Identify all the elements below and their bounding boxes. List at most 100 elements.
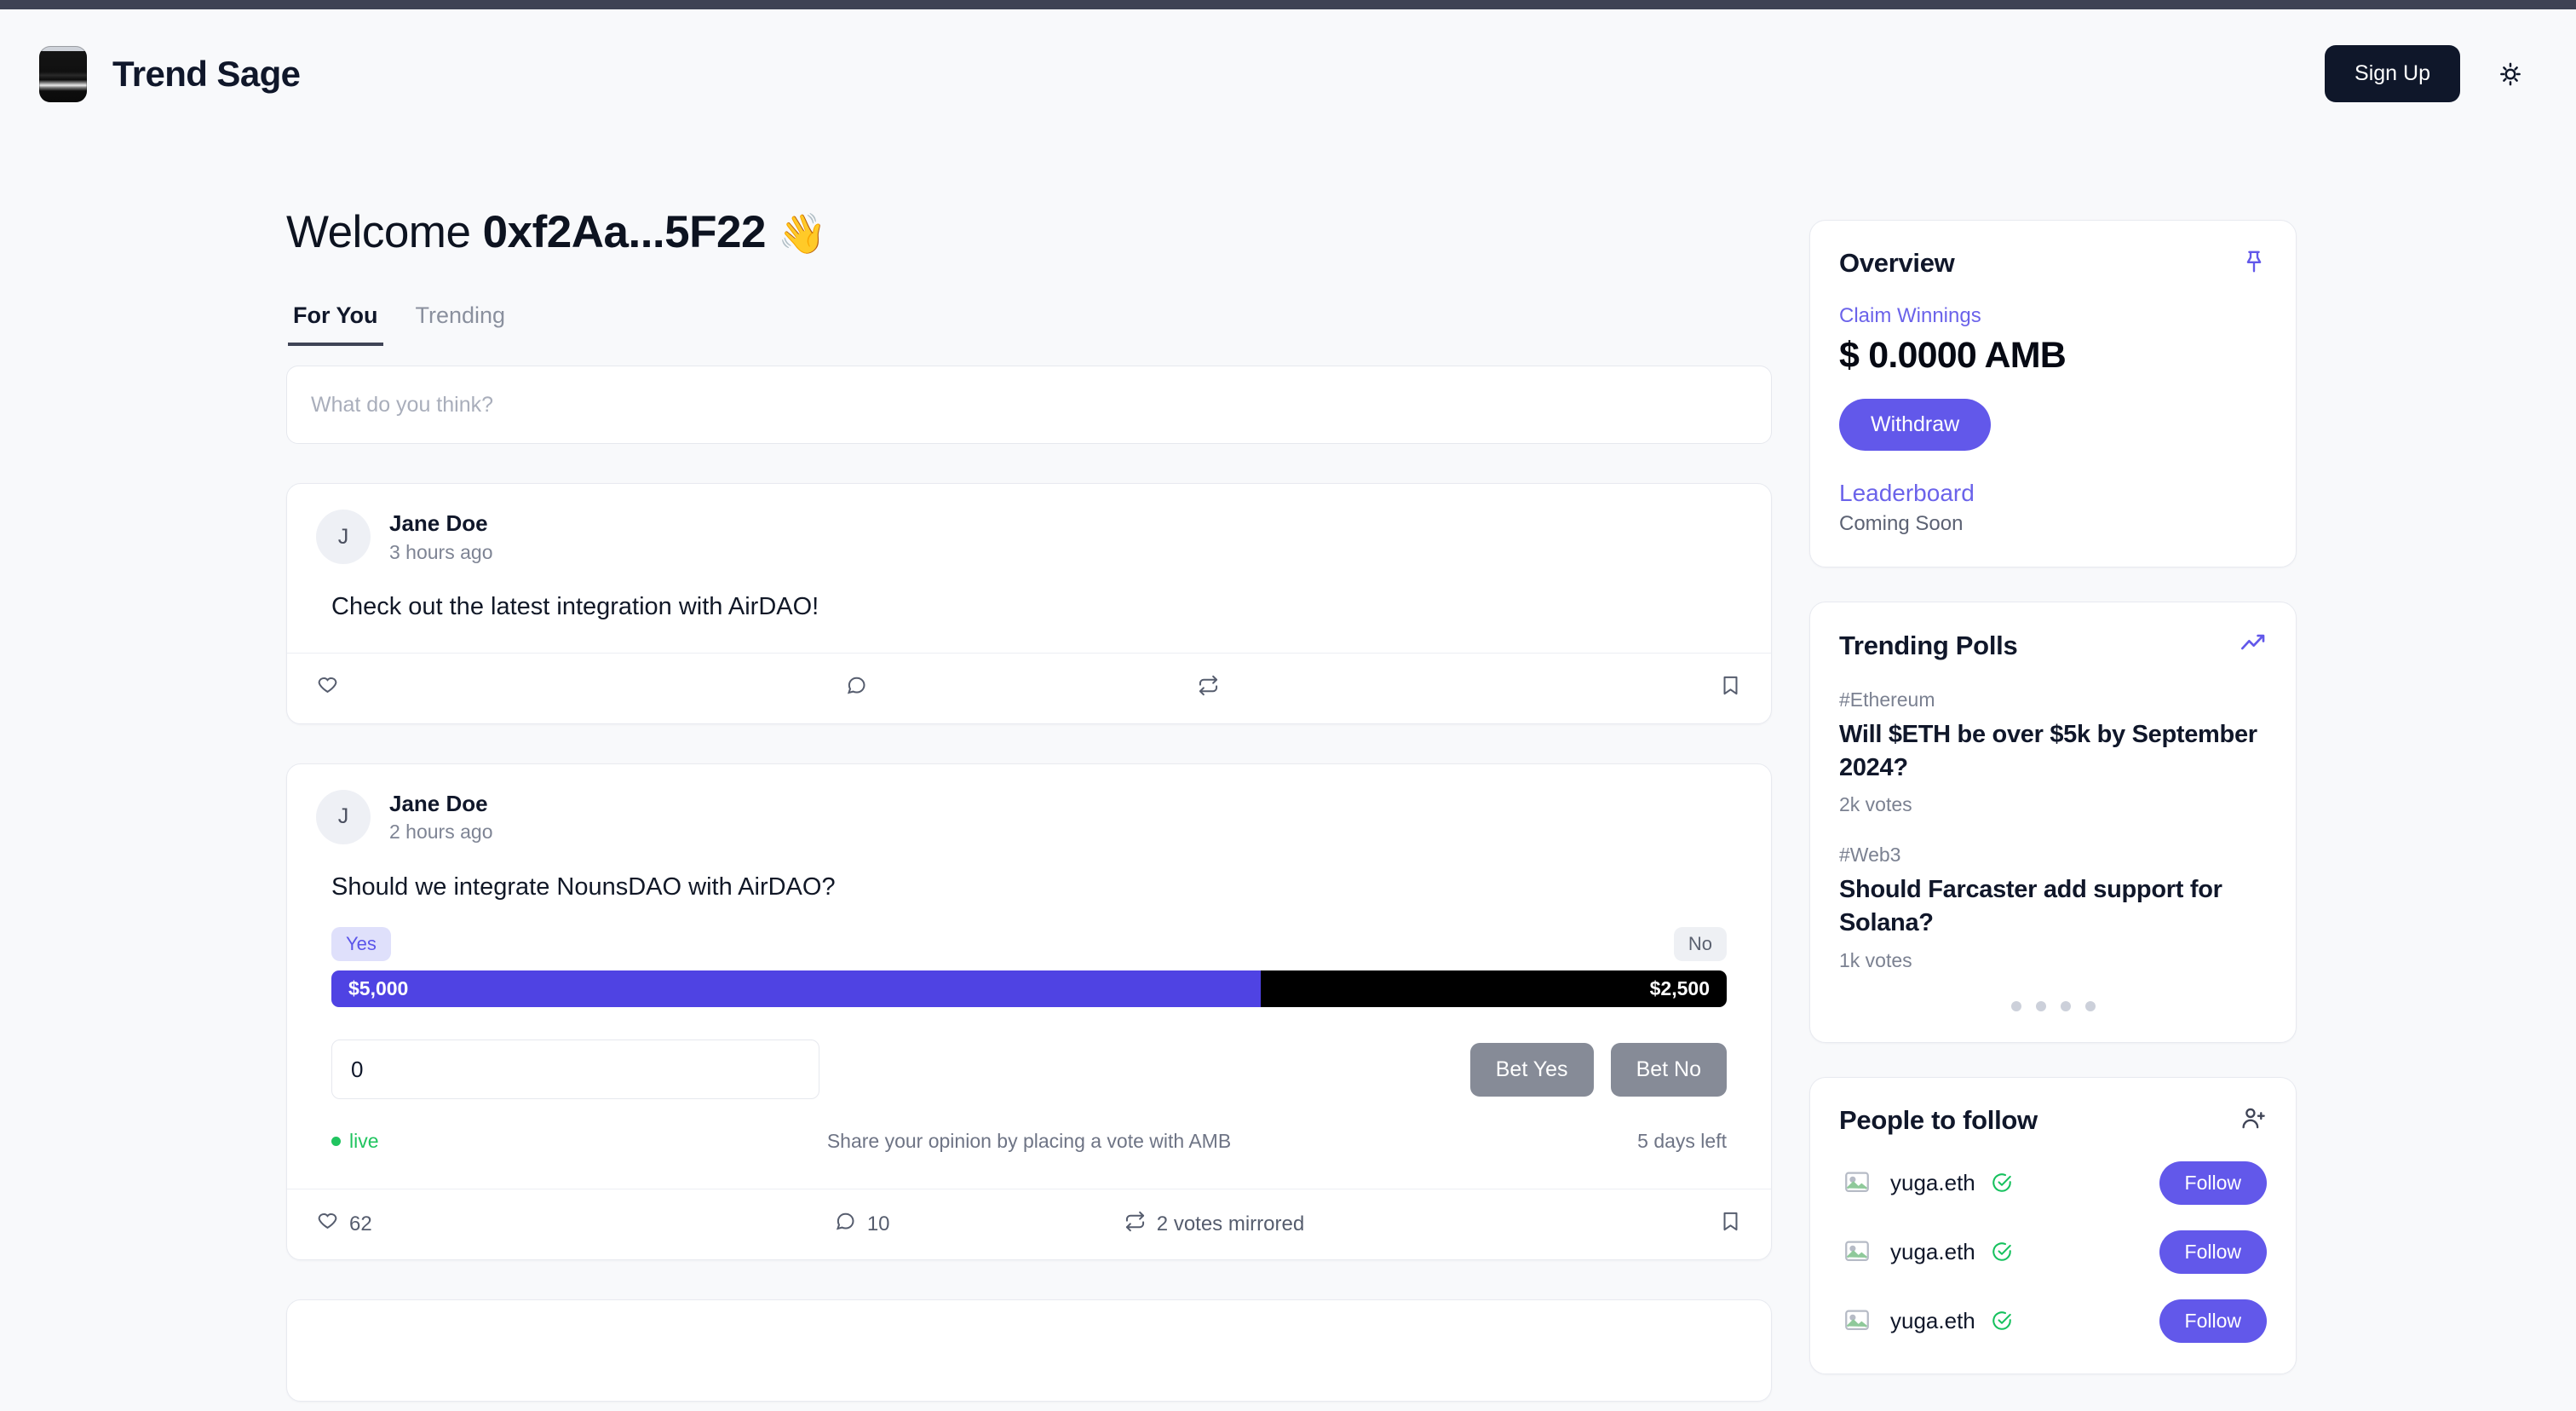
- bookmark-button[interactable]: [1390, 674, 1771, 703]
- tab-trending[interactable]: Trending: [411, 302, 511, 346]
- people-title: People to follow: [1839, 1104, 2038, 1135]
- wallet-address: 0xf2Aa...5F22: [482, 207, 767, 257]
- post-text: Should we integrate NounsDAO with AirDAO…: [331, 873, 836, 901]
- sign-up-button[interactable]: Sign Up: [2325, 45, 2460, 102]
- welcome-prefix: Welcome: [286, 207, 471, 257]
- comment-button[interactable]: 10: [686, 1210, 1038, 1239]
- feed-column: Welcome 0xf2Aa...5F22 👋 For You Trending …: [286, 138, 1772, 1402]
- heart-icon: [316, 674, 339, 703]
- poll-badge-yes[interactable]: Yes: [331, 927, 391, 962]
- carousel-dot[interactable]: [2060, 1000, 2071, 1011]
- live-label: live: [349, 1130, 379, 1153]
- comment-icon: [845, 674, 868, 703]
- post-body: J Jane Doe 3 hours ago Check out the lat…: [287, 484, 1771, 624]
- people-header: People to follow: [1839, 1105, 2267, 1136]
- poll-action-bar: 62 10 2 votes mirrored: [287, 1189, 1771, 1259]
- leaderboard-link[interactable]: Leaderboard: [1839, 480, 2267, 507]
- follow-button[interactable]: Follow: [2159, 1299, 2267, 1343]
- poll-tag: #Web3: [1839, 844, 1901, 867]
- user-plus-icon[interactable]: [2240, 1105, 2267, 1136]
- poll-vote-count: 2k votes: [1839, 793, 1912, 816]
- repost-icon: [1124, 1210, 1147, 1239]
- poll-post-body: J Jane Doe 2 hours ago Should we integra…: [287, 764, 1771, 1160]
- like-count: 62: [349, 1212, 372, 1236]
- status-badge: live: [331, 1130, 681, 1153]
- comment-button[interactable]: [686, 674, 1038, 703]
- list-item: yuga.eth Follow: [1839, 1160, 2267, 1205]
- bet-buttons: Bet Yes Bet No: [1469, 1042, 1727, 1097]
- post-header: J Jane Doe 2 hours ago: [316, 789, 1742, 844]
- poll-question: Will $ETH be over $5k by September 2024?: [1839, 721, 2257, 782]
- bet-amount-input[interactable]: [331, 1040, 819, 1100]
- page-title: Welcome 0xf2Aa...5F22 👋: [286, 206, 1772, 258]
- carousel-dot[interactable]: [2035, 1000, 2046, 1011]
- wave-emoji-icon: 👋: [777, 211, 826, 256]
- like-button[interactable]: 62: [287, 1210, 686, 1239]
- bet-no-button[interactable]: Bet No: [1610, 1042, 1727, 1097]
- repost-count: 2 votes mirrored: [1156, 1212, 1305, 1236]
- like-button[interactable]: [287, 674, 686, 703]
- poll: Yes No $5,000 $2,500 Bet Yes Bet No: [331, 927, 1742, 1160]
- overview-header: Overview: [1839, 248, 2267, 279]
- post-meta: Jane Doe 2 hours ago: [389, 790, 492, 844]
- trending-up-icon: [2240, 630, 2267, 661]
- trending-polls-card: Trending Polls #Ethereum Will $ETH be ov…: [1809, 602, 2297, 1043]
- person-name[interactable]: yuga.eth: [1890, 1239, 1975, 1265]
- follow-button[interactable]: Follow: [2159, 1230, 2267, 1274]
- comment-count: 10: [866, 1212, 890, 1236]
- header-actions: Sign Up: [2325, 45, 2528, 102]
- broken-image-icon: [1839, 1303, 1875, 1339]
- claim-winnings-label[interactable]: Claim Winnings: [1839, 304, 2267, 328]
- tab-for-you[interactable]: For You: [288, 302, 383, 346]
- post-author[interactable]: Jane Doe: [389, 790, 492, 818]
- follow-button[interactable]: Follow: [2159, 1160, 2267, 1205]
- person-name[interactable]: yuga.eth: [1890, 1308, 1975, 1334]
- comment-icon: [834, 1210, 857, 1239]
- verified-check-icon: [1991, 1241, 2013, 1263]
- repost-button[interactable]: 2 votes mirrored: [1038, 1210, 1389, 1239]
- carousel-dot[interactable]: [2010, 1000, 2021, 1011]
- post-author[interactable]: Jane Doe: [389, 510, 492, 538]
- page-layout: Welcome 0xf2Aa...5F22 👋 For You Trending …: [0, 138, 2576, 1408]
- repost-icon: [1197, 674, 1220, 703]
- sun-icon[interactable]: [2493, 56, 2528, 92]
- poll-bar-no: $2,500: [1260, 970, 1727, 1008]
- brand[interactable]: Trend Sage: [39, 45, 301, 102]
- poll-hint: Share your opinion by placing a vote wit…: [826, 1130, 1232, 1153]
- claim-amount: $ 0.0000 AMB: [1839, 335, 2067, 376]
- heart-icon: [316, 1210, 339, 1239]
- app-logo: [39, 45, 87, 102]
- bookmark-icon: [1719, 674, 1742, 703]
- trending-title: Trending Polls: [1839, 630, 2018, 660]
- carousel-dots: [1839, 1000, 2267, 1011]
- composer[interactable]: [286, 366, 1772, 444]
- repost-button[interactable]: [1038, 674, 1389, 703]
- feed-tabs: For You Trending: [286, 302, 1772, 346]
- pin-icon[interactable]: [2241, 249, 2267, 279]
- carousel-dot[interactable]: [2084, 1000, 2096, 1011]
- overview-card: Overview Claim Winnings $ 0.0000 AMB Wit…: [1809, 220, 2297, 567]
- trending-header: Trending Polls: [1839, 630, 2267, 661]
- bet-yes-button[interactable]: Bet Yes: [1469, 1042, 1594, 1097]
- composer-input[interactable]: [311, 392, 1747, 418]
- post-timestamp: 2 hours ago: [389, 821, 493, 844]
- bookmark-button[interactable]: [1390, 1210, 1771, 1239]
- poll-status-row: live Share your opinion by placing a vot…: [331, 1130, 1727, 1160]
- post-card-partial: [286, 1299, 1772, 1402]
- top-accent-strip: [0, 0, 2576, 9]
- person-name[interactable]: yuga.eth: [1890, 1170, 1975, 1196]
- poll-badge-no[interactable]: No: [1673, 927, 1727, 962]
- list-item: yuga.eth Follow: [1839, 1299, 2267, 1343]
- broken-image-icon: [1839, 1165, 1875, 1201]
- poll-result-bar: $5,000 $2,500: [331, 970, 1727, 1008]
- poll-post-card: J Jane Doe 2 hours ago Should we integra…: [286, 763, 1772, 1261]
- poll-time-left: 5 days left: [1637, 1130, 1727, 1153]
- broken-image-icon: [1839, 1234, 1875, 1270]
- trending-poll-item[interactable]: #Ethereum Will $ETH be over $5k by Septe…: [1839, 688, 2267, 816]
- trending-poll-item[interactable]: #Web3 Should Farcaster add support for S…: [1839, 844, 2267, 971]
- verified-check-icon: [1991, 1172, 2013, 1194]
- brand-name: Trend Sage: [112, 53, 301, 94]
- post-text: Check out the latest integration with Ai…: [331, 593, 819, 620]
- avatar: J: [316, 510, 371, 564]
- withdraw-button[interactable]: Withdraw: [1839, 399, 1992, 451]
